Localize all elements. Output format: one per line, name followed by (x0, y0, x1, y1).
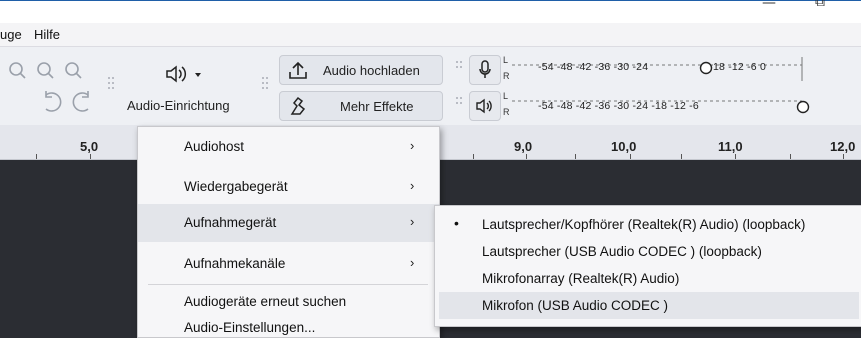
toolbar-grip[interactable] (456, 61, 464, 77)
meter-left-label: L (503, 91, 509, 101)
ruler-label: 11,0 (718, 139, 743, 154)
menu-item-audio-host[interactable]: Audiohost › (138, 128, 439, 166)
record-level-slider[interactable] (698, 60, 714, 76)
device-option-label: Lautsprecher (USB Audio CODEC ) (loopbac… (482, 244, 762, 259)
menu-item-recording-device[interactable]: Aufnahmegerät › (138, 204, 439, 242)
device-option[interactable]: • Lautsprecher/Kopfhörer (Realtek(R) Aud… (439, 211, 859, 238)
toolbar-grip[interactable] (262, 77, 270, 93)
minimize-button[interactable]: — (762, 0, 776, 11)
audio-setup-menu: Audiohost › Wiedergabegerät › Aufnahmege… (137, 126, 440, 338)
maximize-button[interactable]: ⧉ (815, 0, 825, 10)
audio-setup-label: Audio-Einrichtung (127, 98, 230, 113)
more-effects-button[interactable]: Mehr Effekte (279, 91, 443, 121)
playback-meter-button[interactable] (469, 91, 501, 121)
playback-meter-scale-text: -54 -48 -42 -36 -30 -24 -18 -12 -6 (538, 100, 699, 112)
toolbar: Audio-Einrichtung Audio hochladen Mehr E… (0, 47, 861, 125)
toolbar-grip[interactable] (108, 77, 116, 93)
ruler-label: 10,0 (611, 139, 637, 154)
plugin-icon (290, 96, 306, 115)
meter-left-label: L (503, 55, 509, 65)
chevron-right-icon: › (410, 178, 415, 193)
ruler-label: 5,0 (80, 139, 99, 154)
device-option[interactable]: Mikrofonarray (Realtek(R) Audio) (439, 265, 859, 292)
record-meter-scale-text: -54 -48 -42 -36 -30 -24 (538, 61, 649, 73)
chevron-right-icon: › (410, 214, 415, 229)
meter-right-label: R (503, 107, 510, 117)
menu-item-label: Wiedergabegerät (184, 179, 288, 194)
menu-item-recording-channels[interactable]: Aufnahmekanäle › (138, 245, 439, 283)
toolbar-grip[interactable] (456, 97, 464, 113)
share-audio-label: Audio hochladen (323, 63, 420, 78)
menu-item-label: Audiogeräte erneut suchen (184, 294, 347, 309)
speaker-icon (476, 98, 492, 114)
upload-icon (289, 61, 307, 79)
menu-bar: uge Hilfe (0, 23, 861, 47)
speaker-icon (166, 65, 201, 83)
menu-tools[interactable]: uge (0, 27, 22, 42)
menu-item-label: Audiohost (184, 139, 245, 154)
recording-device-submenu: • Lautsprecher/Kopfhörer (Realtek(R) Aud… (434, 205, 861, 327)
ruler-label: 12,0 (830, 139, 856, 154)
more-effects-label: Mehr Effekte (340, 99, 414, 114)
device-option[interactable]: Lautsprecher (USB Audio CODEC ) (loopbac… (439, 238, 859, 265)
share-audio-button[interactable]: Audio hochladen (279, 55, 443, 85)
device-option-label: Mikrofon (USB Audio CODEC ) (482, 298, 669, 313)
chevron-right-icon: › (410, 255, 415, 270)
device-option-label: Mikrofonarray (Realtek(R) Audio) (482, 271, 680, 286)
audio-setup-button[interactable]: Audio-Einrichtung (120, 49, 258, 121)
menu-help[interactable]: Hilfe (34, 27, 60, 42)
device-option-label: Lautsprecher/Kopfhörer (Realtek(R) Audio… (482, 217, 806, 232)
menu-item-label: Aufnahmekanäle (184, 256, 286, 271)
menu-item-label: Aufnahmegerät (184, 215, 277, 230)
microphone-icon (479, 60, 491, 78)
menu-item-playback-device[interactable]: Wiedergabegerät › (138, 168, 439, 206)
chevron-right-icon: › (410, 138, 415, 153)
device-option[interactable]: Mikrofon (USB Audio CODEC ) (439, 292, 859, 319)
selected-bullet-icon: • (454, 215, 459, 231)
ruler-label: 9,0 (514, 139, 533, 154)
menu-item-audio-settings[interactable]: Audio-Einstellungen... (138, 309, 439, 337)
meter-right-label: R (503, 71, 510, 81)
title-bar: — ⧉ (0, 0, 861, 24)
menu-item-label: Audio-Einstellungen... (184, 320, 316, 335)
zoom-undo-icons (9, 62, 89, 112)
record-meter-button[interactable] (469, 55, 501, 85)
playback-level-slider[interactable] (795, 99, 811, 115)
record-meter-scale-tail: 18 -12 -6 0 (713, 61, 766, 73)
